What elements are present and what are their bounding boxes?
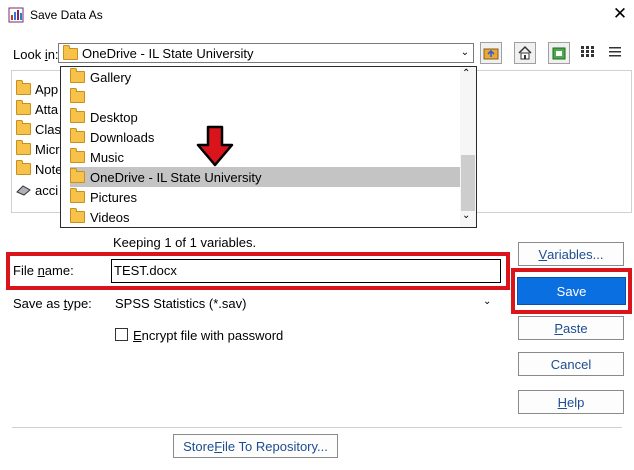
list-item[interactable]: Clas [16,120,61,138]
new-folder-button[interactable] [548,42,570,64]
folder-icon [70,188,85,203]
dropdown-item[interactable]: Videos [70,207,462,227]
dropdown-item-selected[interactable]: OneDrive - IL State University [70,167,462,187]
up-folder-icon [483,48,499,60]
folder-icon [70,208,85,223]
list-item[interactable]: Note [16,160,62,178]
save-button[interactable]: Save [517,277,626,305]
dropdown-item-label: Music [90,149,124,165]
folder-icon [70,168,85,183]
variables-info: Keeping 1 of 1 variables. [113,235,257,250]
folder-icon [70,128,85,143]
help-button[interactable]: Help [518,390,624,414]
folder-icon [70,68,85,83]
folder-icon [63,45,78,60]
home-icon [518,45,532,60]
list-item-label: App [35,81,59,97]
dropdown-item-label: Desktop [90,109,138,125]
dropdown-item[interactable]: Music [70,147,462,167]
home-button[interactable] [514,42,536,64]
folder-icon [70,88,85,103]
look-in-label: Look in: [13,47,59,62]
dropdown-item-label: Gallery [90,69,132,85]
close-icon[interactable]: ✕ [610,4,630,24]
folder-icon [70,108,85,123]
folder-icon [16,160,31,175]
folder-icon [16,100,31,115]
encrypt-checkbox[interactable] [115,328,128,341]
save-as-type-label: Save as type: [13,296,92,311]
list-item[interactable]: App [16,80,58,98]
scroll-up-icon[interactable]: ⌃ [462,68,470,79]
new-folder-icon [552,47,566,60]
folder-icon [16,120,31,135]
dropdown-item[interactable]: Downloads [70,127,462,147]
dropdown-item-label: Pictures [90,189,137,205]
folder-icon [16,140,31,155]
dropdown-item-label: Downloads [90,129,155,145]
details-view-icon [609,47,621,57]
list-view-button[interactable] [580,45,602,63]
divider [12,427,622,428]
scrollbar-thumb[interactable] [461,155,475,211]
shortcut-icon [16,185,31,196]
encrypt-label: Encrypt file with password [133,328,284,343]
scroll-down-icon[interactable]: ⌄ [462,210,470,221]
window-title: Save Data As [30,8,103,22]
list-item-label: Micr [35,141,60,157]
chevron-down-icon[interactable]: ⌄ [483,296,491,307]
list-item[interactable]: Micr [16,140,60,158]
look-in-value: OneDrive - IL State University [82,46,254,61]
folder-icon [16,80,31,95]
folder-icon [70,148,85,163]
dropdown-item[interactable]: Desktop [70,107,462,127]
variables-button[interactable]: Variables... [518,242,624,266]
dropdown-item[interactable] [70,87,462,107]
file-name-label: File name: [13,263,74,278]
list-item[interactable]: Atta [16,100,58,118]
list-view-icon [581,46,594,57]
cancel-button[interactable]: Cancel [518,352,624,376]
details-view-button[interactable] [608,45,630,63]
save-as-type-value: SPSS Statistics (*.sav) [115,296,247,311]
store-file-to-repository-button[interactable]: Store File To Repository... [173,434,338,458]
paste-button[interactable]: Paste [518,316,624,340]
list-item-label: Note [35,161,63,177]
list-item-label: acci [35,182,59,198]
dropdown-item-label: Videos [90,209,130,225]
chevron-down-icon[interactable]: ⌄ [458,45,472,61]
spss-app-icon [8,7,24,23]
file-name-value: TEST.docx [114,263,177,278]
dropdown-item-label: OneDrive - IL State University [90,169,262,185]
list-item[interactable]: acci [16,181,58,199]
list-item-label: Atta [35,101,59,117]
red-arrow-icon [195,125,235,170]
dropdown-item[interactable]: Gallery [70,67,462,87]
dropdown-item[interactable]: Pictures [70,187,462,207]
list-item-label: Clas [35,121,62,137]
up-folder-button[interactable] [480,42,502,64]
